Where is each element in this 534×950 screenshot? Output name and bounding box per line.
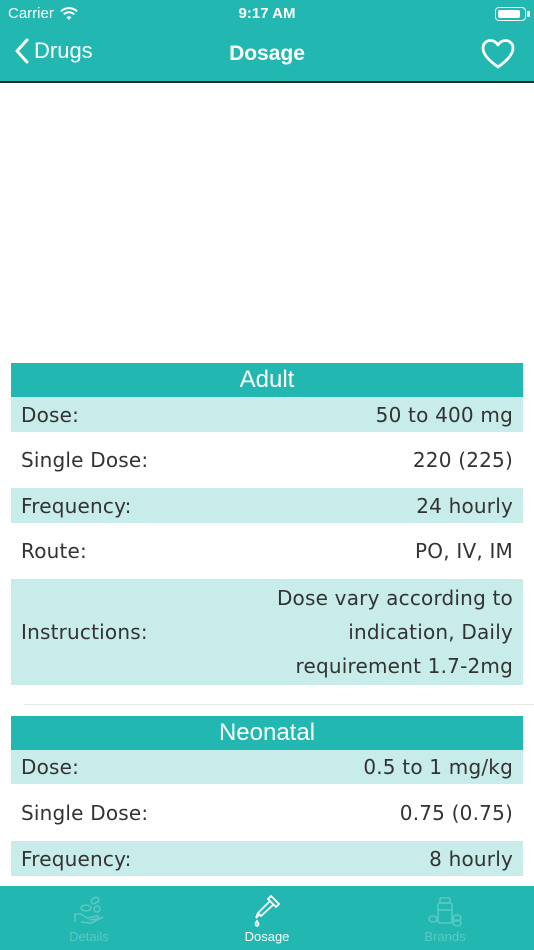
table-row: Instructions: Dose vary according to ind… (11, 579, 523, 685)
adult-header: Adult (11, 363, 523, 397)
row-value: Dose vary according to indication, Daily… (277, 581, 513, 683)
section-divider (24, 704, 534, 705)
row-label: Dose: (21, 755, 80, 779)
app-screen: Carrier 9:17 AM Drugs Dosage Adult Dose:… (0, 0, 534, 950)
row-label: Frequency: (21, 846, 132, 871)
row-value: 220 (225) (412, 448, 513, 472)
adult-table: Adult Dose: 50 to 400 mg Single Dose: 22… (11, 363, 523, 685)
table-row: Single Dose: 220 (225) (11, 432, 523, 488)
row-value: 8 hourly (429, 846, 513, 871)
row-label: Dose: (21, 402, 80, 427)
table-row: Frequency: 24 hourly (11, 488, 523, 523)
row-label: Single Dose: (21, 448, 149, 472)
row-value: 50 to 400 mg (375, 402, 513, 427)
table-row: Route: PO, IV, IM (11, 523, 523, 579)
battery-icon (495, 7, 530, 21)
tab-dosage[interactable]: Dosage (178, 886, 356, 950)
tab-label: Brands (424, 929, 466, 944)
ad-placeholder (0, 85, 534, 362)
tab-bar: Details Dosage Brands (0, 886, 534, 950)
hand-pills-icon (74, 896, 104, 924)
favorite-heart-icon[interactable] (480, 36, 516, 72)
tab-label: Details (69, 929, 109, 944)
dropper-icon (254, 894, 281, 928)
nav-bar: Drugs Dosage (0, 34, 534, 78)
instruction-line: Dose vary according to (276, 586, 513, 610)
row-value: 24 hourly (416, 493, 513, 518)
status-time: 9:17 AM (238, 5, 296, 22)
tab-brands[interactable]: Brands (356, 886, 534, 950)
tab-details[interactable]: Details (0, 886, 178, 950)
battery-fill (498, 10, 520, 18)
row-value: PO, IV, IM (415, 539, 513, 563)
row-label: Frequency: (21, 493, 132, 518)
page-title: Dosage (229, 42, 305, 65)
instruction-line: requirement 1.7-2mg (295, 654, 513, 678)
row-value: 0.5 to 1 mg/kg (363, 755, 513, 779)
status-bar: Carrier 9:17 AM (0, 0, 534, 28)
table-row: Single Dose: 0.75 (0.75) (11, 784, 523, 841)
header: Carrier 9:17 AM Drugs Dosage (0, 0, 534, 83)
pills-bottle-icon (428, 897, 462, 927)
row-value: 0.75 (0.75) (399, 800, 513, 825)
instruction-line: indication, Daily (348, 620, 513, 644)
table-row: Dose: 50 to 400 mg (11, 397, 523, 432)
neonatal-header: Neonatal (11, 716, 523, 750)
neonatal-table: Neonatal Dose: 0.5 to 1 mg/kg Single Dos… (11, 716, 523, 876)
row-label: Route: (21, 539, 87, 563)
table-row: Dose: 0.5 to 1 mg/kg (11, 750, 523, 784)
tab-label: Dosage (244, 929, 290, 944)
table-row: Frequency: 8 hourly (11, 841, 523, 876)
row-label: Single Dose: (21, 800, 149, 825)
row-label: Instructions: (21, 620, 148, 644)
